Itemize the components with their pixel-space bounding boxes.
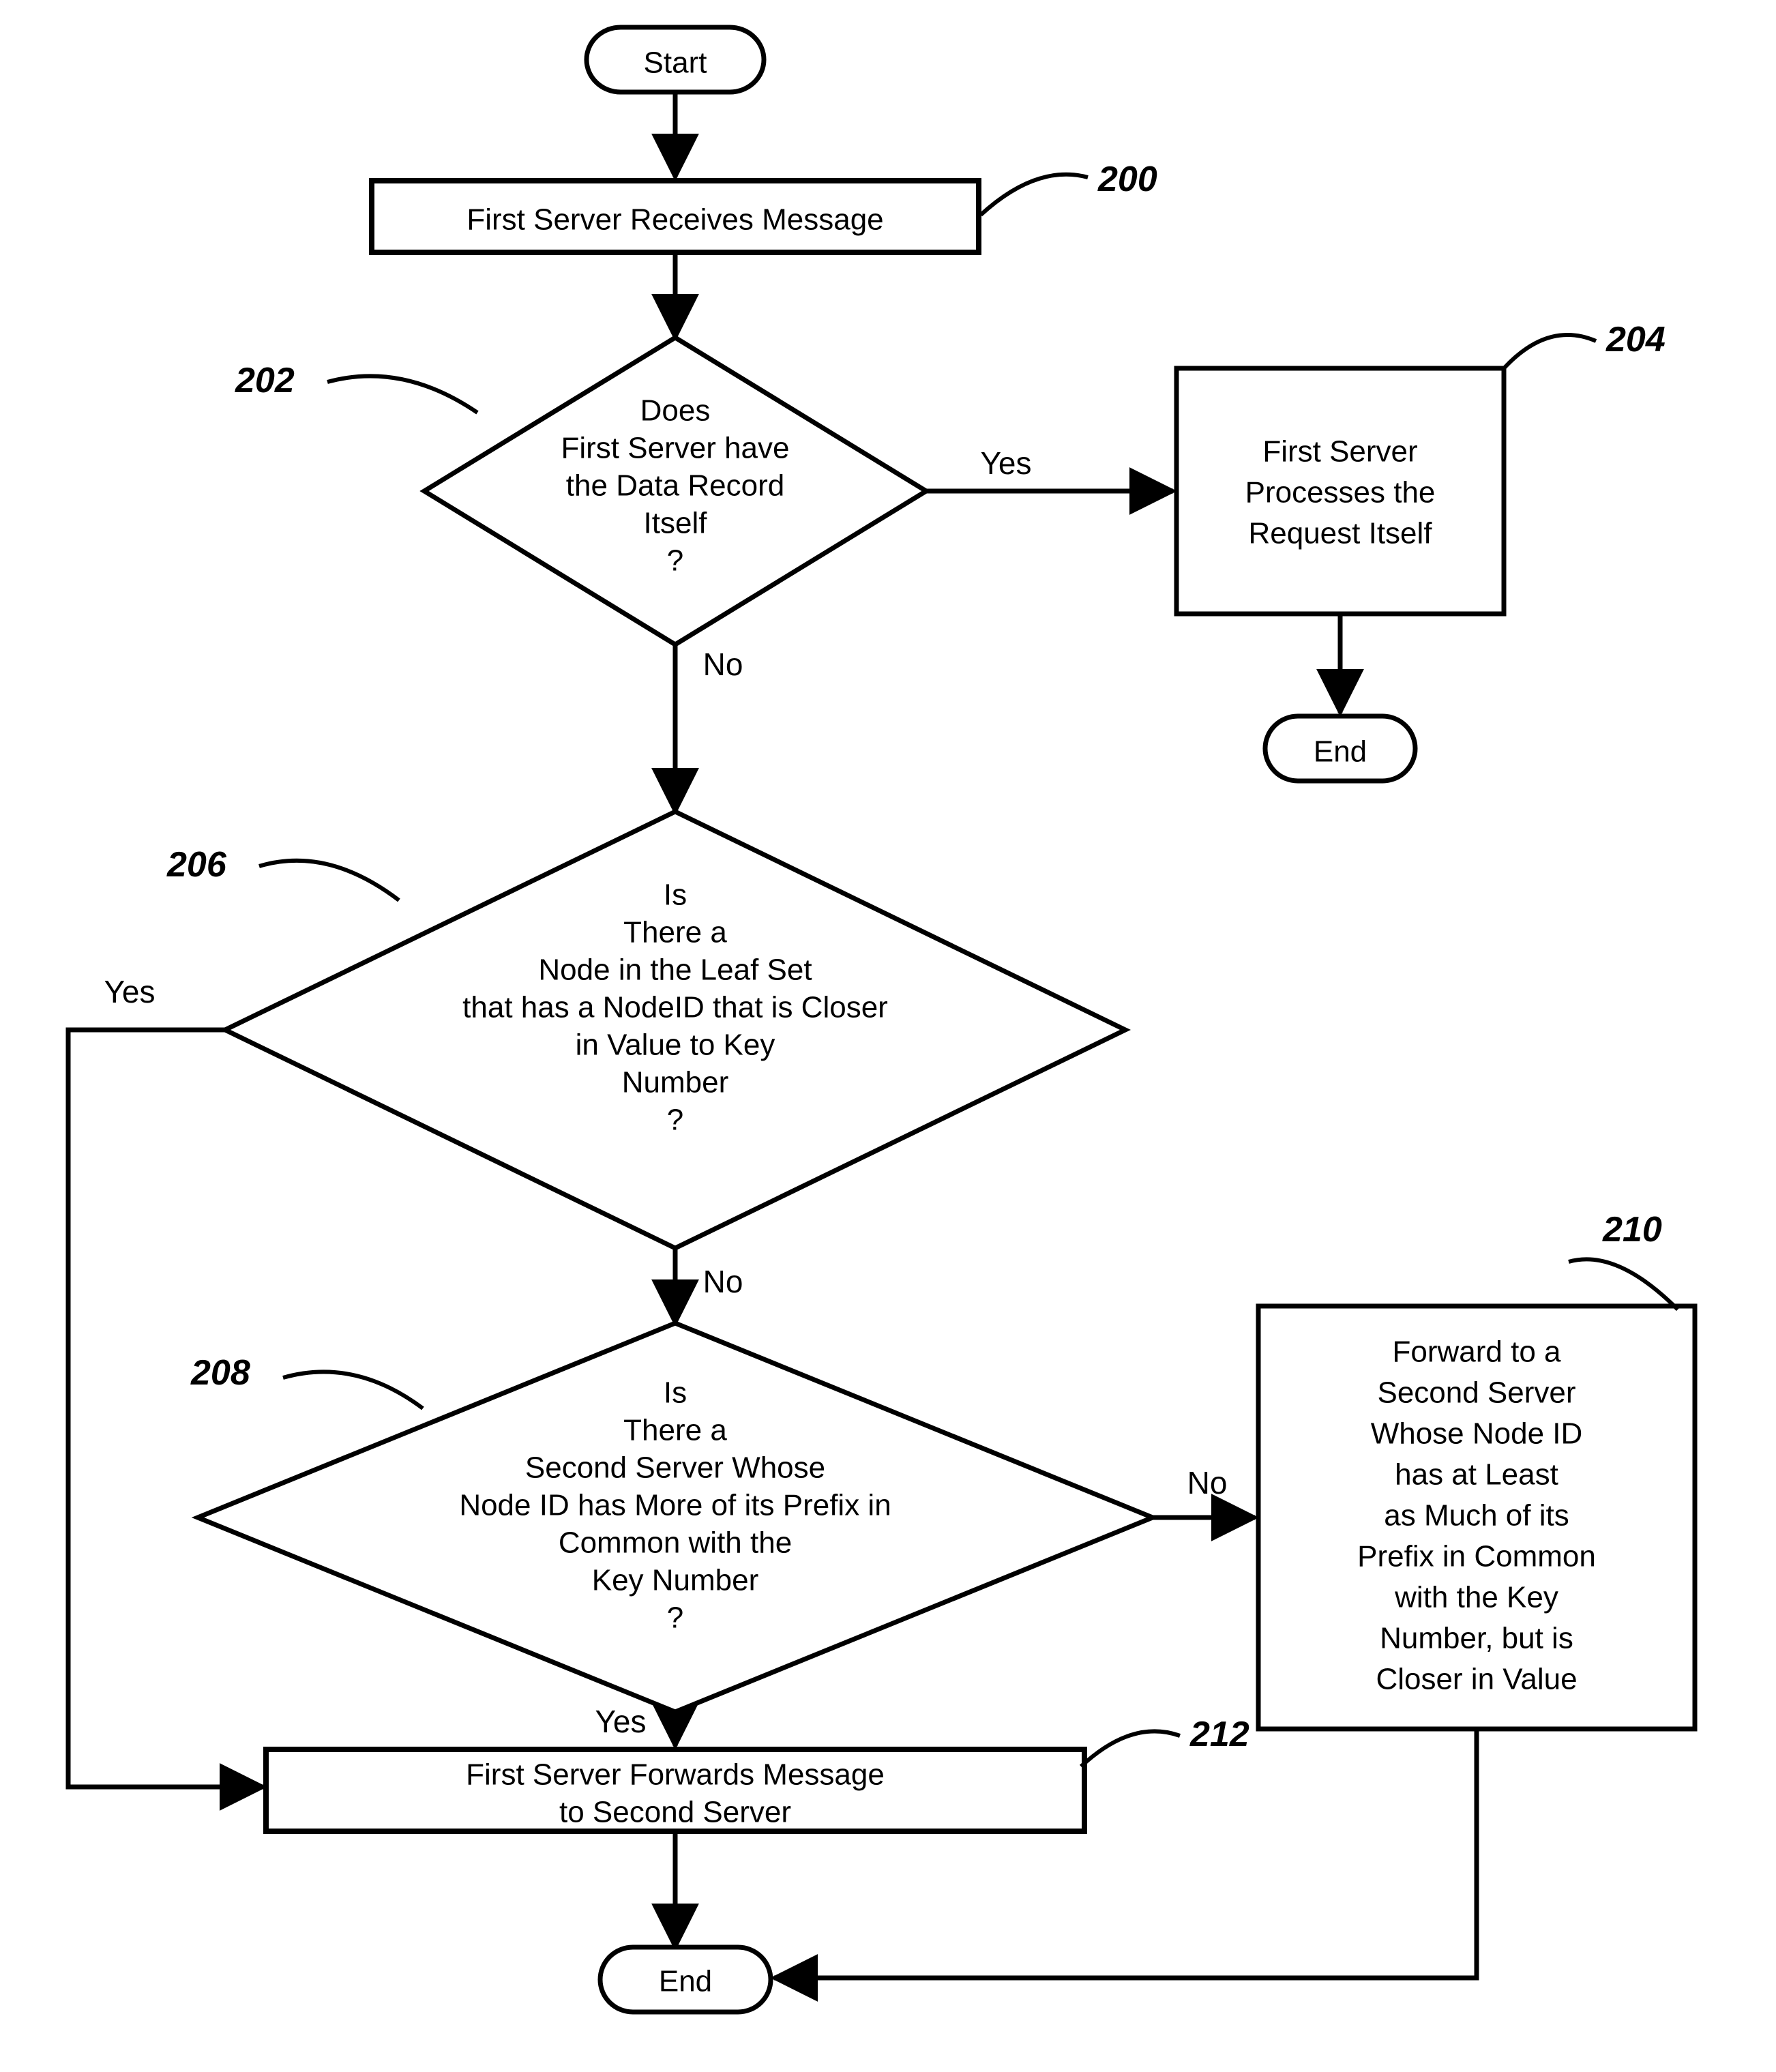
decision-208: Is There a Second Server Whose Node ID h… <box>198 1323 1153 1712</box>
ref-210-leader <box>1569 1259 1678 1309</box>
label-202-no: No <box>703 647 743 682</box>
n210-l6: Prefix in Common <box>1357 1540 1596 1573</box>
ref-212-leader <box>1081 1731 1180 1766</box>
end2-label: End <box>659 1965 712 1998</box>
n210-l4: has at Least <box>1395 1458 1558 1492</box>
n204-l3: Request Itself <box>1248 517 1432 550</box>
n202-l4: Itself <box>644 507 708 540</box>
ref-202: 202 <box>235 361 295 400</box>
n208-l7: ? <box>667 1601 683 1635</box>
n200-line1: First Server Receives Message <box>467 203 883 237</box>
n206-l7: ? <box>667 1104 683 1137</box>
label-202-yes: Yes <box>980 445 1031 481</box>
label-208-yes: Yes <box>595 1704 646 1739</box>
n202-l1: Does <box>640 394 711 428</box>
ref-200: 200 <box>1097 160 1157 199</box>
process-204: First Server Processes the Request Itsel… <box>1176 368 1504 614</box>
n206-l1: Is <box>664 878 687 912</box>
ref-202-leader <box>327 376 477 413</box>
ref-208-leader <box>283 1372 423 1408</box>
n210-l7: with the Key <box>1394 1581 1558 1614</box>
n202-l2: First Server have <box>561 432 790 465</box>
n210-l2: Second Server <box>1377 1376 1575 1410</box>
ref-200-leader <box>981 175 1088 215</box>
n210-l9: Closer in Value <box>1376 1663 1577 1696</box>
process-200: First Server Receives Message <box>372 181 979 252</box>
n212-l1: First Server Forwards Message <box>466 1758 885 1792</box>
label-206-yes: Yes <box>104 974 155 1009</box>
n208-l2: There a <box>623 1414 727 1447</box>
ref-204-leader <box>1504 335 1596 368</box>
n210-l1: Forward to a <box>1393 1335 1562 1369</box>
n202-l3: the Data Record <box>566 469 784 503</box>
ref-212: 212 <box>1189 1715 1249 1754</box>
start-label: Start <box>644 46 707 80</box>
n204-l2: Processes the <box>1245 476 1436 509</box>
process-212: First Server Forwards Message to Second … <box>266 1749 1084 1831</box>
n206-l6: Number <box>622 1066 729 1099</box>
decision-202: Does First Server have the Data Record I… <box>424 338 926 645</box>
ref-204: 204 <box>1605 320 1666 359</box>
terminal-end1: End <box>1265 716 1415 781</box>
n202-l5: ? <box>667 544 683 578</box>
edge-206-212-yes <box>68 1030 263 1787</box>
n212-l2: to Second Server <box>559 1796 791 1829</box>
end1-label: End <box>1314 735 1367 769</box>
n210-l8: Number, but is <box>1380 1622 1573 1655</box>
label-206-no: No <box>703 1264 743 1299</box>
n206-l2: There a <box>623 916 727 949</box>
flowchart: Yes No Yes No Yes No Start First Server … <box>0 0 1776 2072</box>
terminal-end2: End <box>600 1947 771 2012</box>
n208-l3: Second Server Whose <box>525 1451 825 1485</box>
n208-l5: Common with the <box>559 1526 792 1560</box>
ref-206: 206 <box>166 845 227 885</box>
n204-l1: First Server <box>1262 435 1417 469</box>
n208-l4: Node ID has More of its Prefix in <box>459 1489 891 1522</box>
ref-208: 208 <box>190 1353 250 1393</box>
process-210: Forward to a Second Server Whose Node ID… <box>1258 1306 1695 1729</box>
n210-l5: as Much of its <box>1384 1499 1569 1533</box>
n206-l4: that has a NodeID that is Closer <box>462 991 888 1024</box>
n208-l6: Key Number <box>592 1564 759 1597</box>
label-208-no: No <box>1187 1465 1228 1500</box>
ref-206-leader <box>259 861 399 900</box>
terminal-start: Start <box>587 27 764 92</box>
n206-l5: in Value to Key <box>576 1028 775 1062</box>
ref-210: 210 <box>1602 1210 1662 1249</box>
n208-l1: Is <box>664 1376 687 1410</box>
n210-l3: Whose Node ID <box>1371 1417 1583 1451</box>
n206-l3: Node in the Leaf Set <box>538 953 812 987</box>
